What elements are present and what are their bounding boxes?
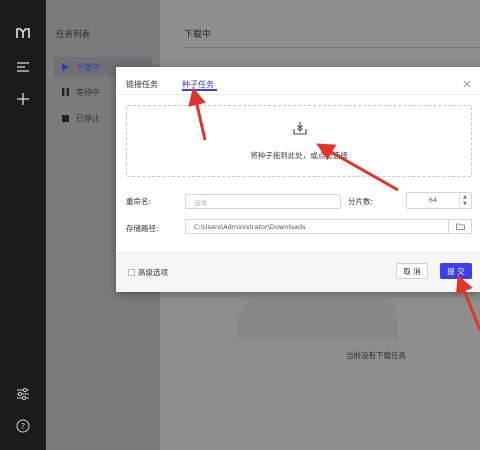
settings-sliders-icon[interactable] xyxy=(14,385,32,403)
inbox-download-icon xyxy=(292,120,308,136)
tab-link-task[interactable]: 链接任务 xyxy=(126,79,158,90)
app-rail: ? xyxy=(0,0,46,450)
rename-label: 重命名: xyxy=(126,197,152,206)
path-label: 存储路径: xyxy=(126,224,159,233)
add-icon[interactable] xyxy=(14,90,32,108)
logo-icon xyxy=(14,24,32,42)
dropzone-hint: 将种子拖到此处，或点击选择 xyxy=(250,151,348,160)
chevron-down-icon[interactable]: ▼ xyxy=(463,201,469,207)
task-list-title: 任务列表 xyxy=(56,30,91,40)
shards-label: 分片数: xyxy=(348,197,374,206)
task-list-item-label: 等待中 xyxy=(76,87,100,97)
shards-stepper[interactable]: 64 ▲ ▼ xyxy=(406,192,472,209)
empty-illustration xyxy=(238,300,398,340)
task-list-item-label: 下载中 xyxy=(76,62,100,72)
empty-state-text: 当前没有下载任务 xyxy=(346,351,406,360)
help-icon[interactable]: ? xyxy=(14,417,32,435)
submit-button[interactable]: 提 交 xyxy=(440,263,472,279)
dialog-tabs: 链接任务 种子任务 xyxy=(126,79,470,93)
header-divider xyxy=(184,47,480,48)
dialog-footer: 高级选项 取 消 提 交 xyxy=(116,252,480,292)
page-title: 下载中 xyxy=(184,30,212,40)
task-list-item-label: 已停止 xyxy=(76,113,100,123)
chevron-up-icon[interactable]: ▲ xyxy=(463,194,469,200)
active-tab-indicator xyxy=(182,89,217,91)
path-input[interactable]: C:\Users\Administrator\Downloads xyxy=(185,219,449,234)
rename-input[interactable]: 选填 xyxy=(185,194,341,209)
advanced-options-label[interactable]: 高级选项 xyxy=(138,267,168,278)
cancel-button[interactable]: 取 消 xyxy=(396,263,428,279)
close-icon[interactable] xyxy=(462,79,472,89)
folder-icon[interactable] xyxy=(449,219,472,234)
tab-divider xyxy=(116,94,480,95)
svg-text:?: ? xyxy=(21,422,25,431)
shards-value: 64 xyxy=(428,196,438,204)
torrent-dropzone[interactable]: 将种子拖到此处，或点击选择 xyxy=(126,105,472,177)
play-icon xyxy=(62,63,76,71)
new-task-dialog: 链接任务 种子任务 将种子拖到此处，或点击选择 重命名: 选填 分片数: 64 … xyxy=(116,67,480,292)
pause-icon xyxy=(62,88,76,96)
advanced-options-checkbox[interactable] xyxy=(128,269,135,276)
menu-icon[interactable] xyxy=(14,58,32,76)
stop-icon xyxy=(62,114,76,122)
stepper-arrows: ▲ ▼ xyxy=(459,193,471,208)
